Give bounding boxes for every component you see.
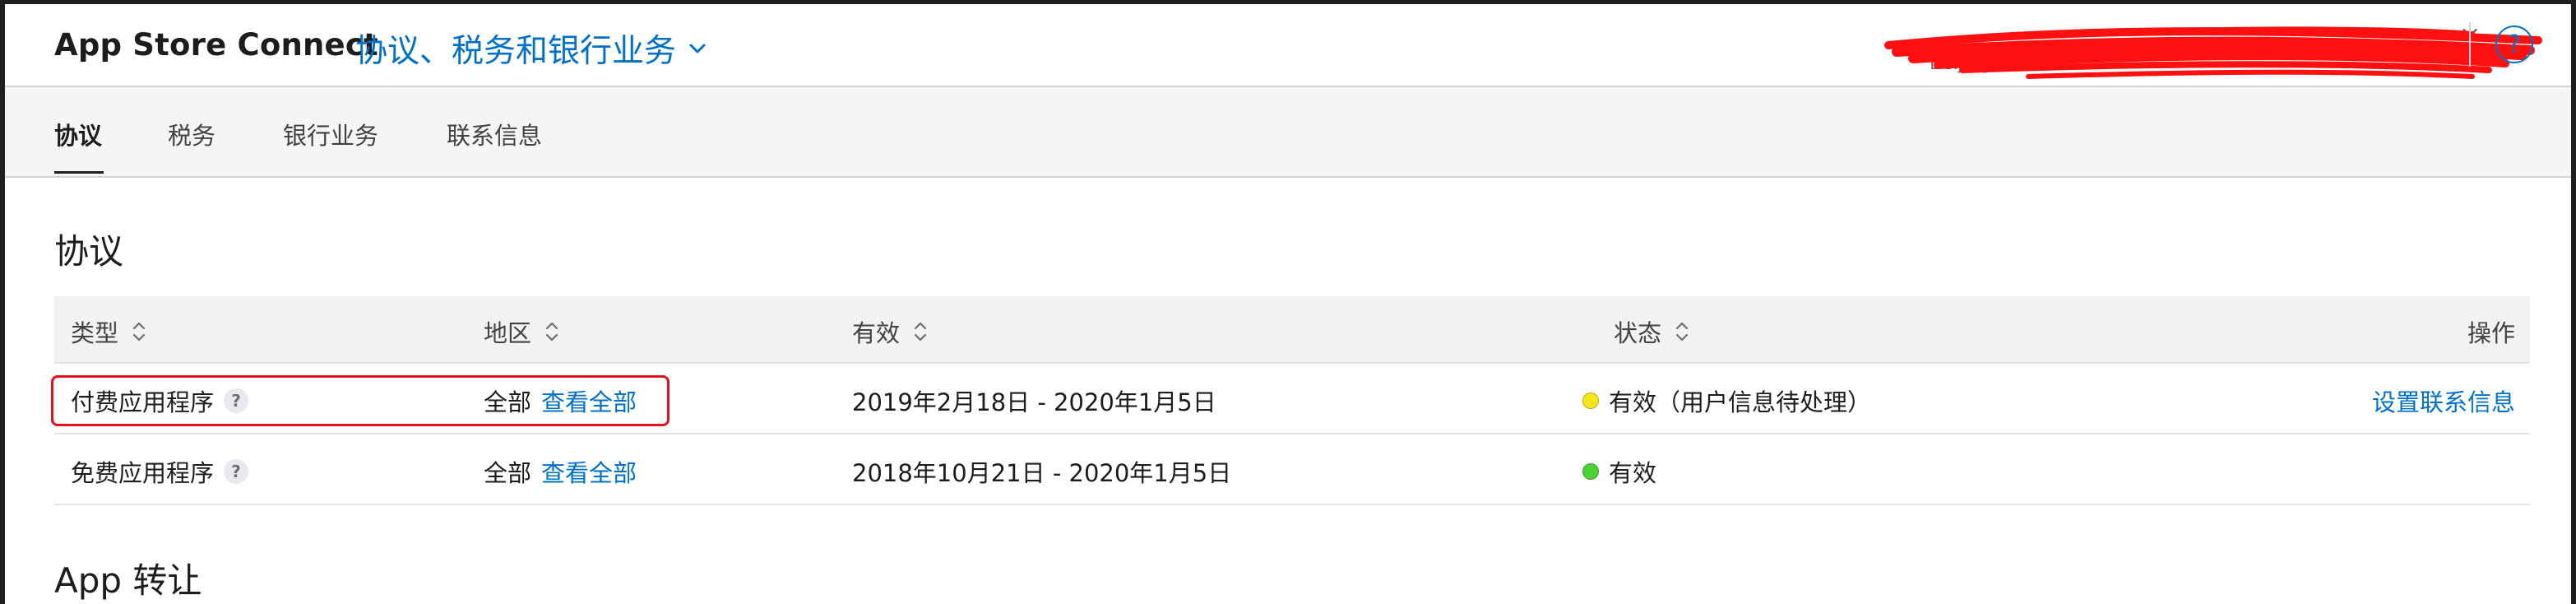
question-icon[interactable]: ? xyxy=(224,459,249,484)
chevron-down-icon xyxy=(689,44,706,53)
region-value: 全部 xyxy=(484,388,532,416)
status-cell: 有效 xyxy=(1582,454,1656,489)
tab-banking[interactable]: 银行业务 xyxy=(283,117,378,151)
tab-agreements[interactable]: 协议 xyxy=(54,117,102,151)
region-value: 全部 xyxy=(484,459,532,487)
status-dot-icon xyxy=(1582,463,1599,480)
column-label-region: 地区 xyxy=(484,319,532,347)
top-header: App Store Connect 协议、税务和银行业务 Beijing ? xyxy=(5,4,2571,87)
active-tab-indicator xyxy=(54,171,104,174)
sort-icon xyxy=(1675,322,1689,341)
status-text: 有效（用户信息待处理） xyxy=(1609,388,1872,416)
app-title[interactable]: App Store Connect xyxy=(54,27,378,63)
section-heading-app-transfer: App 转让 xyxy=(54,560,202,601)
agreements-table-header: 类型 地区 有效 状态 操作 xyxy=(54,296,2530,364)
view-all-link[interactable]: 查看全部 xyxy=(541,454,637,489)
column-label-valid: 有效 xyxy=(852,319,901,347)
section-switcher[interactable]: 协议、税务和银行业务 xyxy=(355,26,707,72)
column-header-valid[interactable]: 有效 xyxy=(852,314,928,349)
account-menu[interactable]: Beijing xyxy=(1880,22,2546,88)
column-header-region[interactable]: 地区 xyxy=(484,314,559,349)
column-header-status[interactable]: 状态 xyxy=(1614,314,1689,349)
valid-period: 2019年2月18日 - 2020年1月5日 xyxy=(852,388,1216,416)
view-all-link[interactable]: 查看全部 xyxy=(541,383,637,418)
column-label-type: 类型 xyxy=(71,319,119,347)
header-divider xyxy=(2469,22,2471,67)
type-cell: 付费应用程序 ? xyxy=(71,383,249,418)
valid-period: 2018年10月21日 - 2020年1月5日 xyxy=(852,459,1232,487)
sort-icon xyxy=(545,322,558,341)
question-icon[interactable]: ? xyxy=(224,388,249,413)
help-button[interactable]: ? xyxy=(2495,26,2533,63)
help-icon: ? xyxy=(2508,30,2521,59)
tab-contacts[interactable]: 联系信息 xyxy=(447,117,542,151)
type-cell: 免费应用程序 ? xyxy=(71,454,249,489)
table-row: 免费应用程序 ? 全部 查看全部 2018年10月21日 - 2020年1月5日… xyxy=(54,434,2530,505)
set-contact-link[interactable]: 设置联系信息 xyxy=(2372,383,2515,418)
section-heading-agreements: 协议 xyxy=(54,231,124,272)
sort-icon xyxy=(914,322,927,341)
tab-bar: 协议 税务 银行业务 联系信息 xyxy=(5,87,2571,178)
sort-icon xyxy=(132,322,146,341)
column-label-status: 状态 xyxy=(1614,319,1662,347)
tab-tax[interactable]: 税务 xyxy=(168,117,215,151)
agreement-type: 免费应用程序 xyxy=(71,459,215,487)
column-header-type[interactable]: 类型 xyxy=(71,314,146,349)
region-cell: 全部 查看全部 xyxy=(484,383,637,418)
column-header-action: 操作 xyxy=(2467,319,2515,347)
status-text: 有效 xyxy=(1609,459,1657,487)
status-cell: 有效（用户信息待处理） xyxy=(1582,383,1871,418)
status-dot-icon xyxy=(1582,393,1599,409)
agreement-type: 付费应用程序 xyxy=(71,388,215,416)
table-row: 付费应用程序 ? 全部 查看全部 2019年2月18日 - 2020年1月5日 … xyxy=(54,364,2530,434)
region-cell: 全部 查看全部 xyxy=(484,454,637,489)
section-title: 协议、税务和银行业务 xyxy=(355,33,677,70)
window-frame-right xyxy=(2571,0,2576,604)
redaction-scribble xyxy=(1884,26,2542,79)
